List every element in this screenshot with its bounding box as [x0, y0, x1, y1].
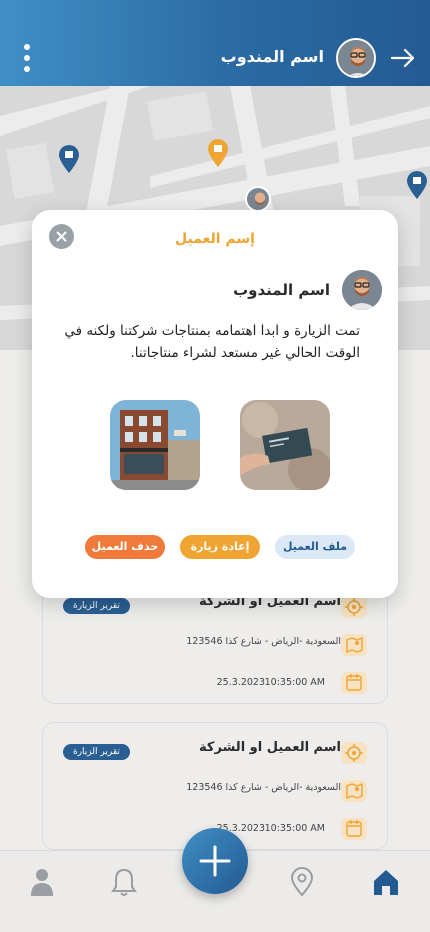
client-profile-button[interactable]: ملف العميل	[275, 535, 355, 559]
modal-title: إسم العميل	[175, 231, 255, 247]
visit-note: تمت الزيارة و ابدا اهتمامه بمنتاجات شركت…	[64, 323, 360, 361]
storefront-photo[interactable]	[110, 400, 200, 490]
delete-client-button[interactable]: حذف العميل	[85, 535, 165, 559]
rep-avatar	[342, 270, 382, 310]
client-modal: إسم العميل اسم المندوب تمت الزيارة و ابد…	[32, 210, 398, 598]
rep-name: اسم المندوب	[233, 281, 330, 299]
business-card-photo[interactable]	[240, 400, 330, 490]
revisit-button[interactable]: إعادة زيارة	[180, 535, 260, 559]
